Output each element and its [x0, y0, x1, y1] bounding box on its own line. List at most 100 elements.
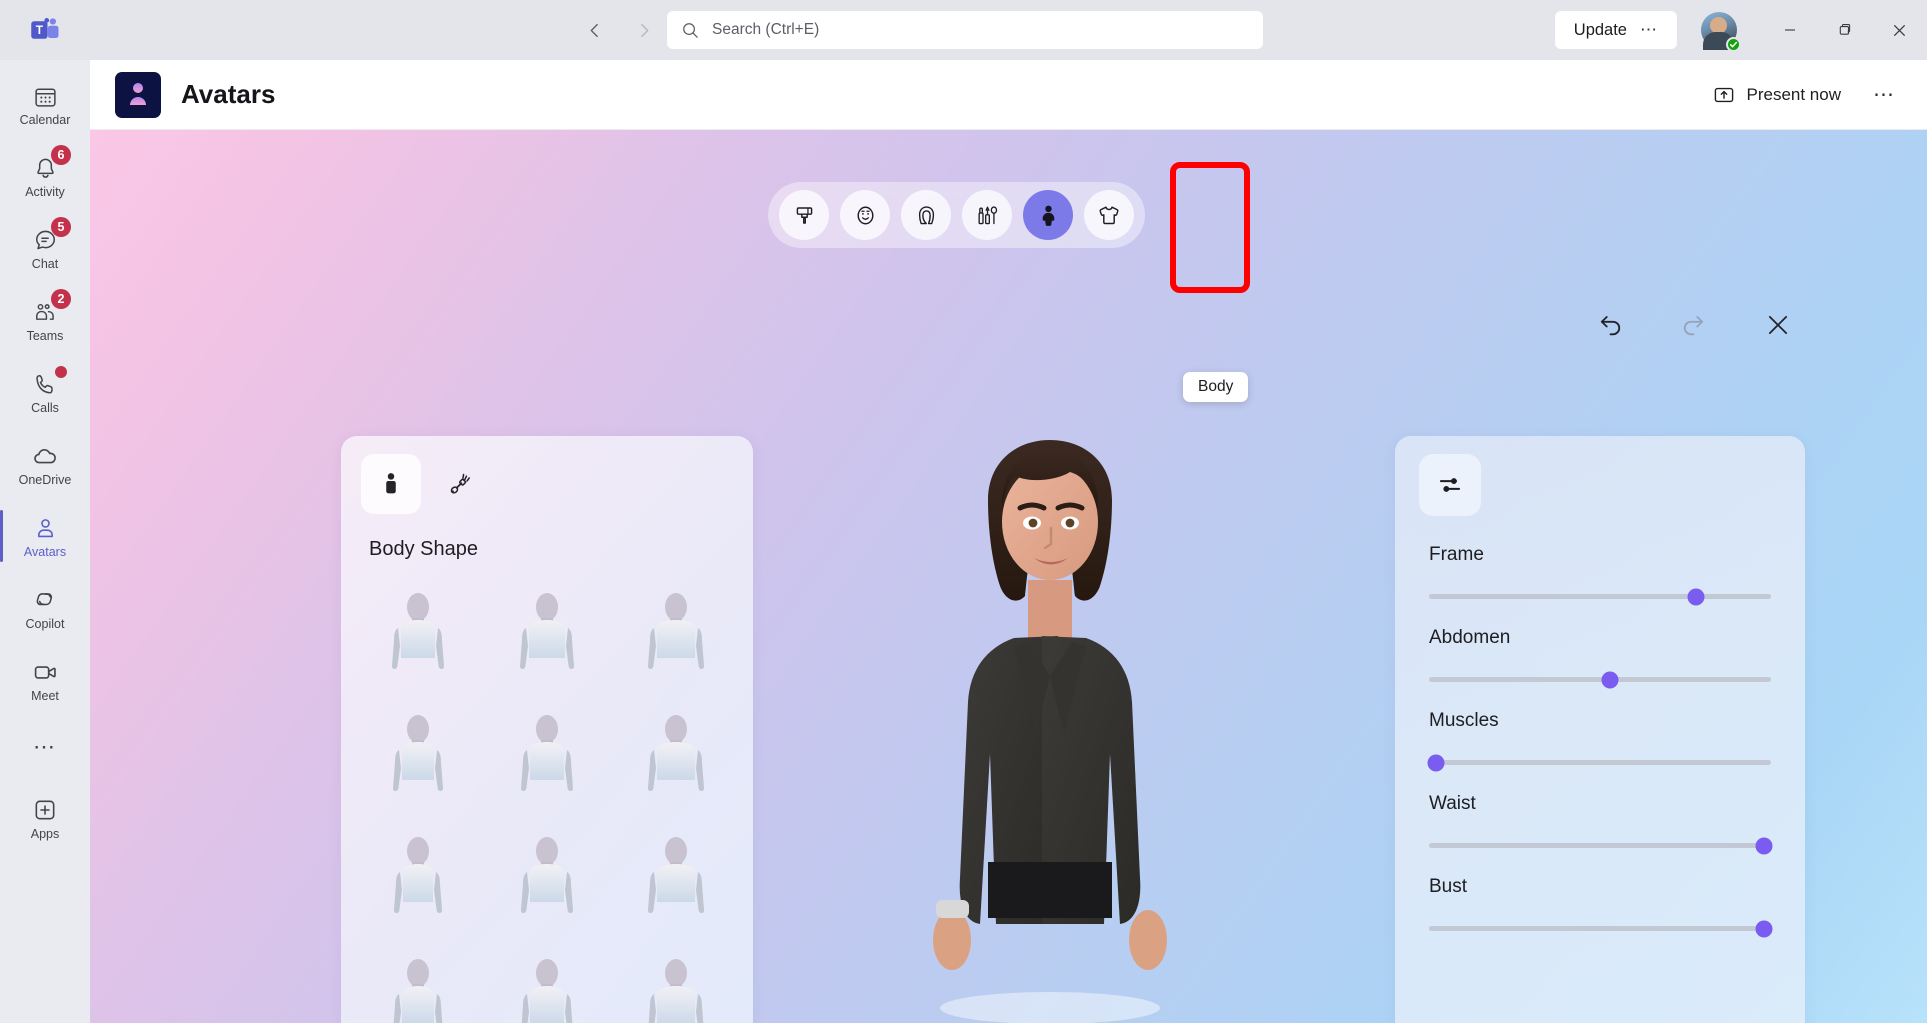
- title-bar: T Search (Ctrl+E) Update ⋯: [0, 0, 1927, 60]
- slider-track[interactable]: [1429, 920, 1773, 937]
- category-button-style[interactable]: [779, 190, 829, 240]
- body-shape-option[interactable]: [353, 823, 482, 945]
- notification-dot: [55, 366, 67, 378]
- close-icon[interactable]: [1761, 308, 1795, 342]
- category-button-hair[interactable]: [901, 190, 951, 240]
- teams-app-window: T Search (Ctrl+E) Update ⋯ Calendar Acti…: [0, 0, 1927, 1023]
- teams-logo-icon: T: [0, 0, 90, 60]
- slider-label: Waist: [1429, 793, 1476, 814]
- sliders-icon: [1437, 472, 1463, 498]
- share-screen-icon: [1713, 84, 1735, 106]
- avatars-app-icon: [115, 71, 161, 118]
- page-title: Avatars: [181, 79, 276, 109]
- update-label: Update: [1573, 20, 1627, 39]
- undo-icon[interactable]: [1593, 308, 1627, 342]
- slider-thumb[interactable]: [1687, 588, 1705, 605]
- body-shape-panel: Body Shape: [341, 436, 753, 1023]
- app-header-actions: Present now ⋯: [1713, 82, 1903, 107]
- body-shape-option[interactable]: [353, 579, 482, 701]
- cloud-icon: [32, 441, 59, 471]
- more-horizontal-icon[interactable]: ⋯: [0, 716, 90, 778]
- body-shape-option[interactable]: [482, 701, 611, 823]
- sidebar-item-avatars[interactable]: Avatars: [0, 500, 90, 572]
- sidebar-item-label: Calendar: [19, 113, 71, 128]
- sidebar-item-label: Chat: [31, 257, 59, 272]
- sidebar-item-label: Teams: [26, 329, 64, 344]
- search-icon: [681, 21, 700, 40]
- restore-icon[interactable]: [1817, 0, 1872, 60]
- sidebar-item-teams[interactable]: Teams 2: [0, 284, 90, 356]
- sliders-list: Frame Abdomen Muscles Waist Bust: [1395, 516, 1805, 937]
- plus-box-icon: [32, 795, 58, 825]
- sidebar-item-label: OneDrive: [18, 473, 72, 488]
- search-input[interactable]: Search (Ctrl+E): [712, 21, 819, 39]
- more-horizontal-icon[interactable]: ⋯: [1640, 20, 1658, 40]
- redo-icon[interactable]: [1677, 308, 1711, 342]
- slider-waist: Waist: [1429, 793, 1773, 854]
- sidebar-item-label: Apps: [30, 827, 60, 842]
- sidebar-item-label: Calls: [31, 401, 59, 416]
- sidebar-item-chat[interactable]: Chat 5: [0, 212, 90, 284]
- slider-thumb[interactable]: [1427, 754, 1445, 771]
- status-badge: [1726, 37, 1741, 52]
- slider-track[interactable]: [1427, 754, 1771, 771]
- face-icon: [854, 204, 877, 227]
- app-content: Avatars Present now ⋯ Body Body Shape Fr…: [90, 60, 1927, 1023]
- body-shape-option[interactable]: [353, 701, 482, 823]
- update-button[interactable]: Update ⋯: [1554, 11, 1677, 49]
- body-shape-option[interactable]: [482, 579, 611, 701]
- category-button-face[interactable]: [840, 190, 890, 240]
- app-header: Avatars Present now ⋯: [90, 60, 1927, 130]
- paintbrush-icon: [793, 204, 816, 227]
- minimize-icon[interactable]: [1762, 0, 1817, 60]
- slider-track[interactable]: [1429, 837, 1773, 854]
- sliders-tab[interactable]: [1419, 454, 1481, 516]
- category-button-makeup[interactable]: [962, 190, 1012, 240]
- sidebar-item-meet[interactable]: Meet: [0, 644, 90, 716]
- body-shape-option[interactable]: [612, 579, 741, 701]
- body-shape-option[interactable]: [612, 701, 741, 823]
- present-now-button[interactable]: Present now: [1713, 84, 1841, 106]
- left-navigation-rail: Calendar Activity 6 Chat 5 Teams 2 Calls…: [0, 60, 90, 1023]
- category-button-body[interactable]: [1023, 190, 1073, 240]
- slider-thumb[interactable]: [1755, 920, 1773, 937]
- sidebar-item-label: Avatars: [23, 545, 67, 560]
- body-shape-grid: [341, 579, 753, 1023]
- copilot-icon: [32, 585, 58, 615]
- body-person-icon: [1036, 203, 1061, 228]
- person-icon: [33, 513, 58, 543]
- slider-frame: Frame: [1429, 544, 1771, 605]
- sidebar-item-copilot[interactable]: Copilot: [0, 572, 90, 644]
- body-shape-option[interactable]: [612, 945, 741, 1023]
- slider-track[interactable]: [1429, 671, 1771, 688]
- sidebar-item-activity[interactable]: Activity 6: [0, 140, 90, 212]
- sidebar-item-onedrive[interactable]: OneDrive: [0, 428, 90, 500]
- notification-badge: 6: [51, 145, 71, 165]
- slider-thumb[interactable]: [1755, 837, 1773, 854]
- sidebar-item-calls[interactable]: Calls: [0, 356, 90, 428]
- avatar-editor-stage: Body Body Shape Frame Abdomen Muscles Wa…: [90, 130, 1927, 1023]
- close-icon[interactable]: [1872, 0, 1927, 60]
- slider-thumb[interactable]: [1601, 671, 1619, 688]
- sidebar-item-calendar[interactable]: Calendar: [0, 68, 90, 140]
- body-shape-option[interactable]: [612, 823, 741, 945]
- slider-track[interactable]: [1429, 588, 1771, 605]
- slider-muscles: Muscles: [1427, 710, 1771, 771]
- subtab-prosthetics[interactable]: [431, 454, 491, 514]
- body-sliders-panel: Frame Abdomen Muscles Waist Bust: [1395, 436, 1805, 1023]
- makeup-icon: [976, 204, 999, 227]
- back-button[interactable]: [578, 14, 610, 46]
- subtab-body-shape[interactable]: [361, 454, 421, 514]
- body-shape-option[interactable]: [353, 945, 482, 1023]
- category-button-clothing[interactable]: [1084, 190, 1134, 240]
- slider-label: Muscles: [1429, 710, 1499, 731]
- search-bar[interactable]: Search (Ctrl+E): [667, 11, 1263, 49]
- navigation-arrows: [578, 0, 660, 60]
- more-horizontal-icon[interactable]: ⋯: [1867, 82, 1902, 107]
- body-shape-option[interactable]: [482, 945, 611, 1023]
- body-shape-option[interactable]: [482, 823, 611, 945]
- forward-button[interactable]: [628, 14, 660, 46]
- slider-label: Abdomen: [1429, 627, 1511, 648]
- sidebar-item-label: Meet: [31, 689, 59, 704]
- sidebar-item-apps[interactable]: Apps: [0, 782, 90, 854]
